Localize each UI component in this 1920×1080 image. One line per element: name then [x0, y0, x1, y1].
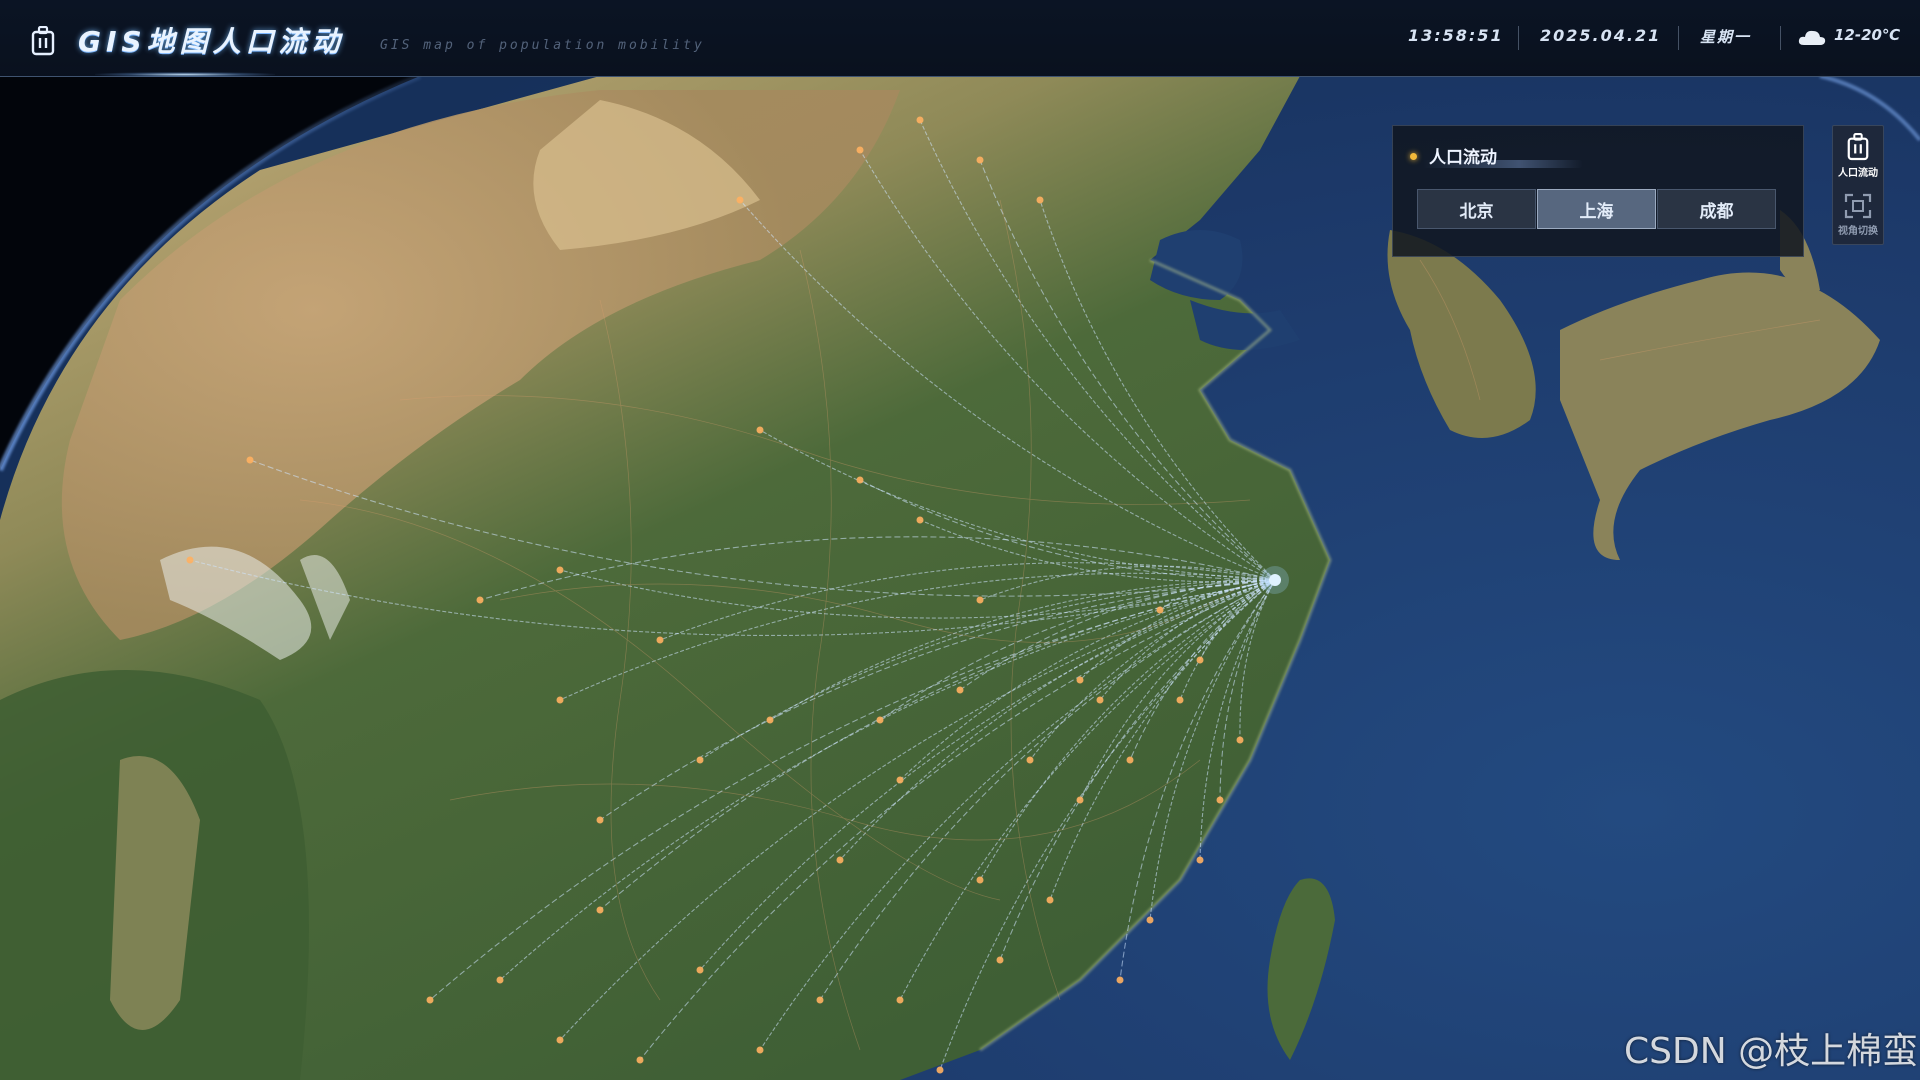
destination-city-dot	[1076, 796, 1084, 804]
destination-city-dot	[896, 996, 904, 1004]
destination-city-dot	[956, 686, 964, 694]
map-stage: GIS地图人口流动 GIS map of population mobility…	[0, 0, 1920, 1080]
population-flow-icon	[31, 26, 55, 56]
destination-city-dot	[996, 956, 1004, 964]
destination-city-dot	[1076, 676, 1084, 684]
city-tab-group: 北京 上海 成都	[1417, 189, 1777, 229]
destination-city-dot	[976, 156, 984, 164]
divider	[1780, 26, 1781, 50]
destination-city-dot	[1236, 736, 1244, 744]
destination-city-dot	[1026, 756, 1034, 764]
destination-city-dot	[856, 146, 864, 154]
view-switch-icon	[1844, 193, 1872, 219]
panel-bullet-icon	[1410, 153, 1417, 160]
population-flow-panel: 人口流动 北京 上海 成都	[1392, 125, 1804, 257]
destination-city-dot	[596, 906, 604, 914]
destination-city-dot	[496, 976, 504, 984]
destination-city-dot	[936, 1066, 944, 1074]
destination-city-dot	[656, 636, 664, 644]
destination-city-dot	[976, 596, 984, 604]
destination-city-dot	[1116, 976, 1124, 984]
destination-city-dot	[476, 596, 484, 604]
divider	[1518, 26, 1519, 50]
city-tab-beijing[interactable]: 北京	[1417, 189, 1536, 229]
destination-city-dot	[736, 196, 744, 204]
side-item-label: 人口流动	[1838, 168, 1878, 179]
side-toolbar: 人口流动 视角切换	[1832, 125, 1884, 245]
destination-city-dot	[916, 116, 924, 124]
destination-city-dot	[1196, 856, 1204, 864]
destination-city-dot	[556, 696, 564, 704]
destination-city-dot	[246, 456, 254, 464]
destination-city-dot	[426, 996, 434, 1004]
destination-city-dot	[876, 716, 884, 724]
destination-city-dot	[766, 716, 774, 724]
destination-city-dot	[1146, 916, 1154, 924]
destination-city-dot	[636, 1056, 644, 1064]
watermark: CSDN @枝上棉蛮	[1624, 1031, 1919, 1072]
destination-city-dot	[836, 856, 844, 864]
destination-city-dot	[756, 1046, 764, 1054]
header-bar: GIS地图人口流动 GIS map of population mobility…	[0, 0, 1920, 77]
destination-city-dot	[896, 776, 904, 784]
side-item-label: 视角切换	[1838, 226, 1878, 237]
weekday: 星期一	[1700, 28, 1752, 46]
divider	[1678, 26, 1679, 50]
destination-city-dot	[916, 516, 924, 524]
source-city-marker[interactable]	[1261, 566, 1289, 594]
destination-city-dot	[556, 566, 564, 574]
destination-city-dot	[1156, 606, 1164, 614]
current-date: 2025.04.21	[1540, 26, 1662, 45]
app-subtitle: GIS map of population mobility	[380, 38, 705, 53]
destination-city-dot	[756, 426, 764, 434]
destination-city-dot	[1196, 656, 1204, 664]
destination-city-dot	[1046, 896, 1054, 904]
destination-city-dot	[1216, 796, 1224, 804]
view-switch-button[interactable]: 视角切换	[1833, 186, 1883, 244]
destination-city-dot	[696, 966, 704, 974]
city-tab-chengdu[interactable]: 成都	[1657, 189, 1776, 229]
destination-city-dot	[1096, 696, 1104, 704]
population-flow-icon	[1847, 133, 1869, 161]
clock-time: 13:58:51	[1408, 26, 1504, 45]
app-title: GIS地图人口流动	[78, 25, 345, 58]
destination-city-dot	[1126, 756, 1134, 764]
destination-city-dot	[816, 996, 824, 1004]
destination-city-dot	[1036, 196, 1044, 204]
destination-city-dot	[186, 556, 194, 564]
population-flow-button[interactable]: 人口流动	[1833, 126, 1883, 184]
destination-city-dot	[1176, 696, 1184, 704]
destination-city-dot	[856, 476, 864, 484]
destination-city-dot	[696, 756, 704, 764]
city-tab-shanghai[interactable]: 上海	[1537, 189, 1656, 229]
temperature: 12-20℃	[1834, 26, 1901, 44]
panel-title: 人口流动	[1429, 148, 1497, 168]
destination-city-dot	[556, 1036, 564, 1044]
destination-city-dot	[596, 816, 604, 824]
cloud-icon	[1798, 30, 1826, 45]
destination-city-dot	[976, 876, 984, 884]
